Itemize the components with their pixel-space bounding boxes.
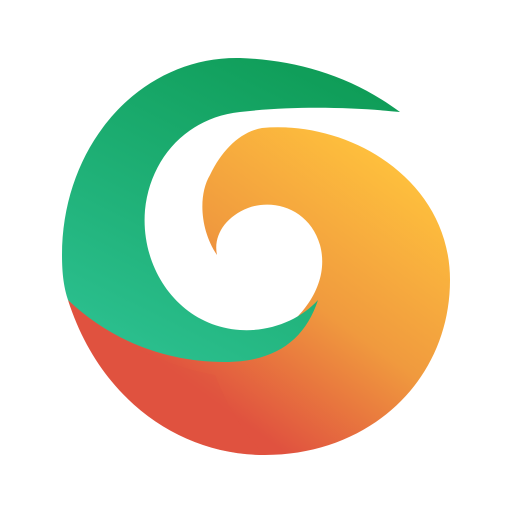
app-icon-canvas: [0, 0, 512, 512]
swirl-logo-icon: [62, 57, 450, 455]
